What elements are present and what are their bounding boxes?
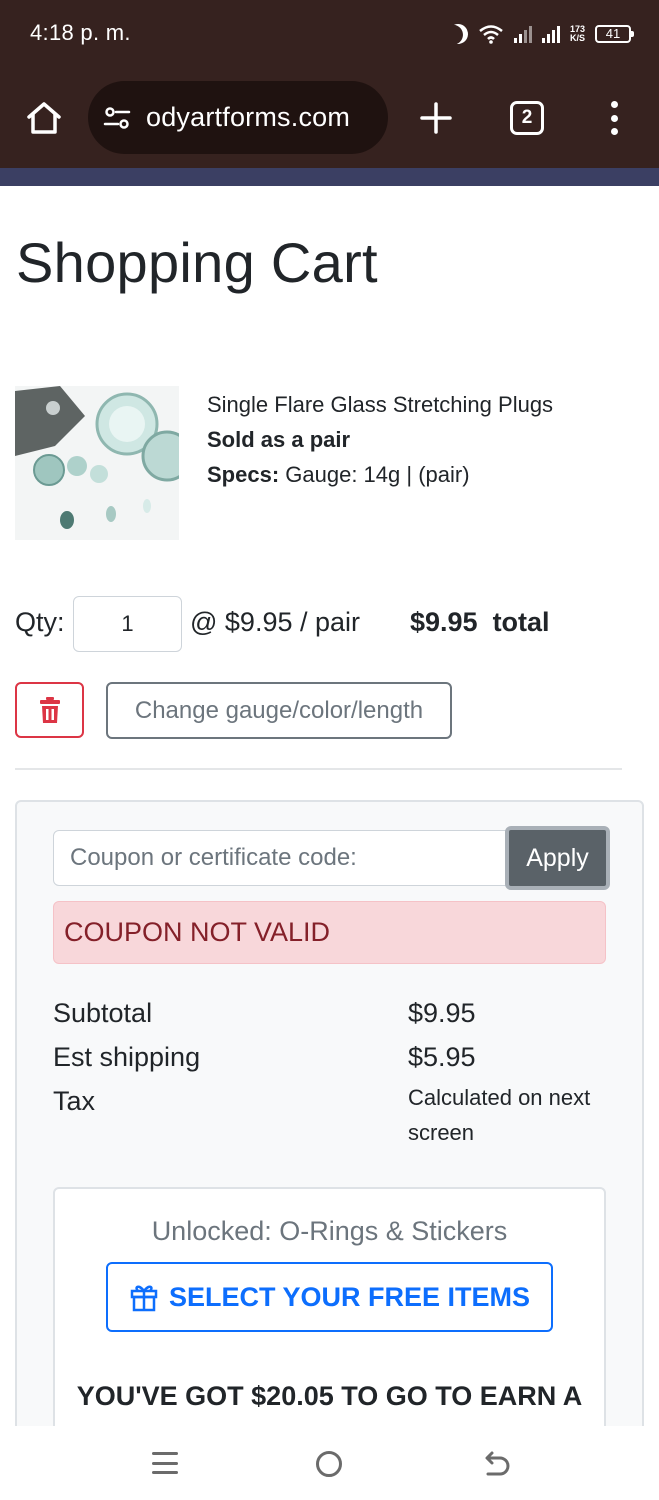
status-bar: 4:18 p. m. 173 K/S 41 (0, 0, 659, 68)
qty-label: Qty: (15, 607, 65, 637)
system-nav-bar (0, 1426, 659, 1500)
subtotal-value: $9.95 (408, 998, 476, 1028)
network-speed-unit: K/S (569, 33, 585, 43)
tax-label: Tax (53, 1086, 96, 1116)
shipping-label: Est shipping (53, 1042, 201, 1072)
site-settings-icon[interactable] (102, 103, 132, 133)
coupon-error-alert: COUPON NOT VALID (53, 901, 606, 964)
select-free-items-label: SELECT YOUR FREE ITEMS (168, 1281, 531, 1312)
url-text[interactable]: odyartforms.com (146, 102, 350, 133)
more-vert-icon[interactable] (600, 98, 628, 138)
recents-icon[interactable] (152, 1452, 178, 1474)
home-circle-icon[interactable] (316, 1451, 342, 1477)
coupon-input[interactable] (53, 830, 513, 886)
status-icons: 173 K/S 41 (445, 20, 634, 48)
subtotal-label: Subtotal (53, 998, 153, 1028)
product-sold-as: Sold as a pair (207, 427, 351, 452)
plus-icon[interactable] (416, 98, 456, 138)
line-total: $9.95 total (410, 607, 550, 637)
signal-icon (513, 25, 532, 43)
specs-value: Gauge: 14g | (pair) (279, 462, 470, 487)
tabs-icon[interactable]: 2 (510, 101, 544, 135)
product-name[interactable]: Single Flare Glass Stretching Plugs (207, 392, 553, 418)
glass-plugs-image (15, 386, 179, 540)
trash-icon (39, 697, 60, 723)
gift-unlocked-text: Unlocked: O-Rings & Stickers (151, 1216, 508, 1246)
shipping-value: $5.95 (408, 1042, 476, 1072)
signal-icon (541, 25, 560, 43)
wifi-icon (479, 25, 503, 44)
back-icon[interactable] (480, 1450, 510, 1480)
address-bar[interactable]: odyartforms.com (88, 81, 388, 154)
select-free-items-button[interactable]: SELECT YOUR FREE ITEMS (106, 1262, 553, 1332)
product-image[interactable] (15, 386, 179, 540)
change-options-button[interactable]: Change gauge/color/length (106, 682, 452, 739)
product-specs: Specs: Gauge: 14g | (pair) (207, 462, 470, 488)
tax-value: Calculated on next screen (408, 1085, 591, 1145)
apply-coupon-button[interactable]: Apply (505, 826, 610, 890)
unit-price: @ $9.95 / pair (190, 607, 361, 637)
gift-icon (130, 1285, 158, 1312)
home-icon[interactable] (22, 96, 66, 140)
battery-icon: 41 (595, 25, 634, 43)
network-speed: 173 K/S (570, 25, 585, 43)
qty-input[interactable] (73, 596, 182, 652)
specs-label: Specs: (207, 462, 280, 487)
moon-icon (445, 21, 471, 47)
delete-item-button[interactable] (15, 682, 84, 738)
divider (15, 768, 622, 770)
status-time: 4:18 p. m. (30, 20, 131, 45)
browser-toolbar: odyartforms.com 2 (0, 68, 659, 168)
page-load-strip (0, 168, 659, 186)
page-title: Shopping Cart (16, 231, 378, 294)
